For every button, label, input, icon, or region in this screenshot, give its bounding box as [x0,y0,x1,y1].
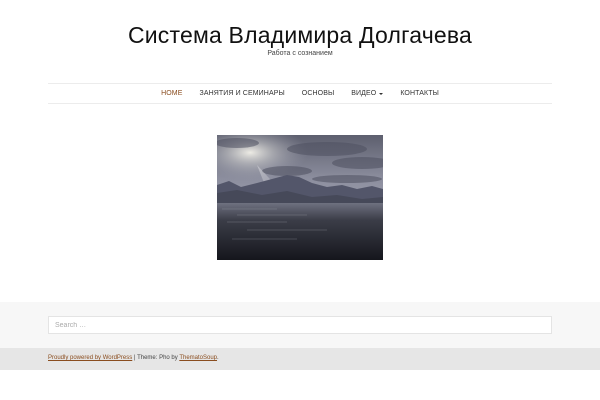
footer-period: . [217,355,219,361]
site-info: Proudly powered by WordPress | Theme: Ph… [0,348,600,370]
nav-item-basics[interactable]: ОСНОВЫ [302,90,334,97]
theme-author-link[interactable]: ThematoSoup [179,355,217,361]
hero-image-lake-mountains [217,135,383,260]
nav-item-video[interactable]: ВИДЕО [351,90,384,97]
nav-item-contacts[interactable]: КОНТАКТЫ [400,90,439,97]
nav-item-video-label: ВИДЕО [351,90,377,97]
footer-widget-area [0,302,600,348]
search-input[interactable] [48,316,552,334]
nav-item-home[interactable]: HOME [161,90,182,97]
site-description: Работа с сознанием [267,50,333,57]
site-title[interactable]: Система Владимира Долгачева [0,22,600,49]
theme-credit-text: Theme: Pho by [137,355,180,361]
caret-down-icon [379,92,384,95]
site-info-text: Proudly powered by WordPress | Theme: Ph… [48,355,219,361]
main-navigation: HOME ЗАНЯТИЯ И СЕМИНАРЫ ОСНОВЫ ВИДЕО КОН… [48,83,552,104]
nav-item-classes-seminars[interactable]: ЗАНЯТИЯ И СЕМИНАРЫ [200,90,285,97]
powered-by-wordpress-link[interactable]: Proudly powered by WordPress [48,355,132,361]
